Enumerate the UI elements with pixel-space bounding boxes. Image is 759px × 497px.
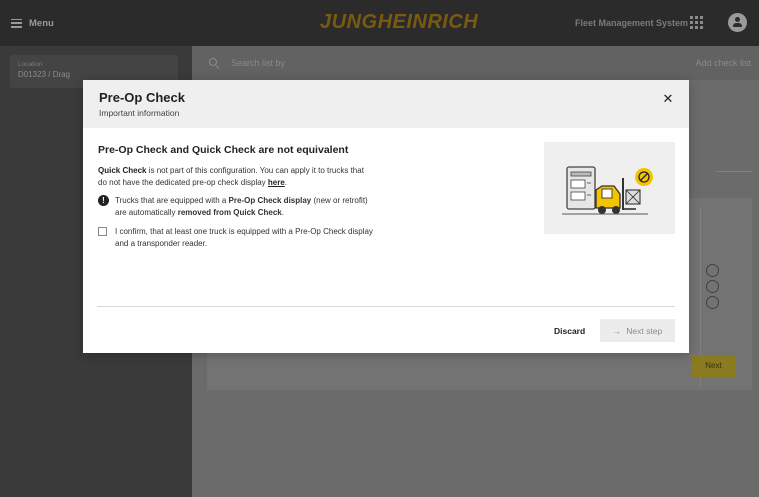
arrow-right-icon: → — [612, 325, 622, 336]
quick-check-paragraph: Quick Check is not part of this configur… — [98, 165, 368, 188]
location-label: Location — [18, 61, 43, 68]
minus-circle-icon — [706, 296, 719, 309]
forklift-display-icon — [562, 166, 653, 215]
top-bar: Menu JUNGHEINRICH Fleet Management Syste… — [0, 0, 759, 46]
alert-circle-icon — [706, 280, 719, 293]
next-button[interactable]: Next — [692, 355, 735, 377]
modal-title: Pre-Op Check — [99, 90, 185, 105]
menu-label: Menu — [29, 17, 54, 29]
add-checklist-button[interactable]: Add check list — [695, 58, 751, 68]
exclamation-icon: ! — [98, 195, 109, 206]
confirm-row: I confirm, that at least one truck is eq… — [98, 226, 373, 249]
app-name: Fleet Management System — [575, 18, 689, 28]
modal-header: Pre-Op Check Important information ✕ — [83, 80, 689, 128]
confirm-checkbox[interactable] — [98, 227, 107, 236]
info-bold-1: Pre-Op Check display — [228, 196, 312, 205]
brand-logo[interactable]: JUNGHEINRICH — [320, 11, 478, 34]
search-icon — [209, 58, 219, 68]
check-circle-icon — [706, 264, 719, 277]
user-avatar-icon[interactable] — [728, 13, 747, 32]
next-step-label: Next step — [626, 325, 663, 336]
info-notice: ! Trucks that are equipped with a Pre-Op… — [98, 195, 368, 218]
modal-subtitle: Important information — [99, 108, 180, 118]
here-link[interactable]: here — [268, 178, 285, 187]
background-divider — [716, 171, 752, 172]
paragraph-suffix: . — [284, 177, 288, 187]
discard-button[interactable]: Discard — [554, 326, 585, 336]
pre-op-check-modal: Pre-Op Check Important information ✕ Pre… — [83, 80, 689, 353]
info-text-3: . — [281, 207, 284, 217]
section-title: Pre-Op Check and Quick Check are not equ… — [98, 144, 349, 156]
next-step-button[interactable]: → Next step — [600, 319, 675, 342]
quick-check-bold: Quick Check — [98, 166, 147, 175]
info-text-1: Trucks that are equipped with a — [115, 196, 229, 205]
forklift-illustration — [544, 142, 675, 234]
menu-button[interactable]: Menu — [11, 18, 54, 29]
modal-footer-divider — [97, 306, 675, 307]
search-bar: Search list by Add check list — [192, 46, 759, 80]
location-value: D01323 / Drag — [18, 70, 71, 79]
status-icons-group — [698, 262, 719, 318]
confirm-label: I confirm, that at least one truck is eq… — [115, 227, 373, 248]
apps-grid-icon[interactable] — [690, 16, 703, 29]
info-bold-2: removed from Quick Check — [177, 207, 282, 217]
close-icon[interactable]: ✕ — [661, 92, 675, 106]
hamburger-icon — [11, 18, 22, 28]
search-input[interactable]: Search list by — [231, 58, 285, 68]
